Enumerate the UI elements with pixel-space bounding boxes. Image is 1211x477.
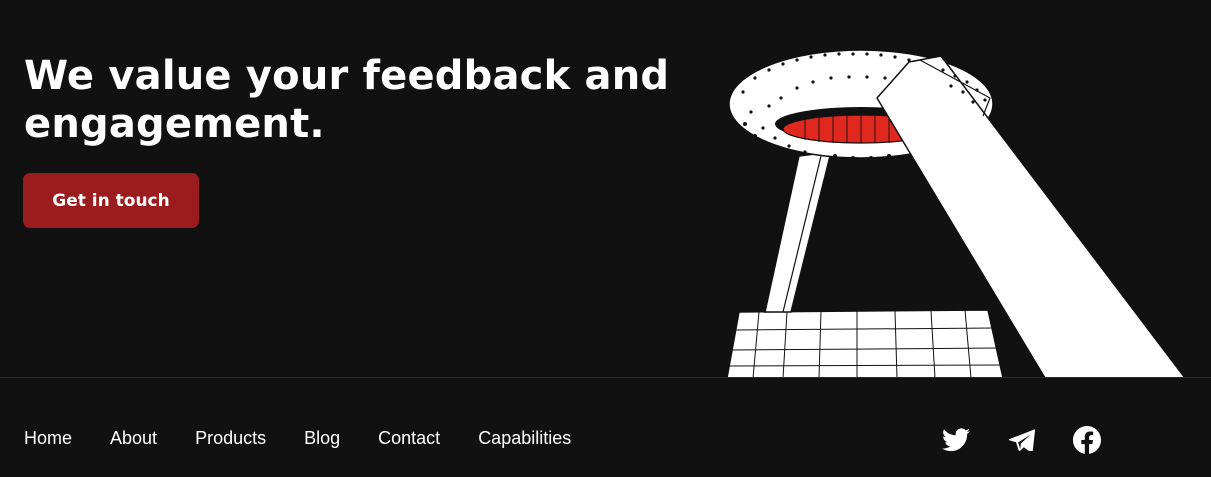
tower-illustration [726,49,1186,378]
nav-link-contact[interactable]: Contact [378,426,440,450]
nav-link-capabilities[interactable]: Capabilities [478,426,571,450]
hero-title: We value your feedback and engagement. [24,53,670,147]
telegram-icon[interactable] [1007,425,1037,455]
facebook-icon[interactable] [1072,425,1102,455]
twitter-icon[interactable] [941,425,971,455]
nav-link-products[interactable]: Products [195,426,266,450]
hero-section: We value your feedback and engagement. G… [0,0,1211,378]
footer-nav: Home About Products Blog Contact Capabil… [24,426,609,450]
footer: Home About Products Blog Contact Capabil… [0,378,1211,477]
nav-link-blog[interactable]: Blog [304,426,340,450]
nav-link-home[interactable]: Home [24,426,72,450]
nav-link-about[interactable]: About [110,426,157,450]
get-in-touch-button[interactable]: Get in touch [23,173,199,228]
